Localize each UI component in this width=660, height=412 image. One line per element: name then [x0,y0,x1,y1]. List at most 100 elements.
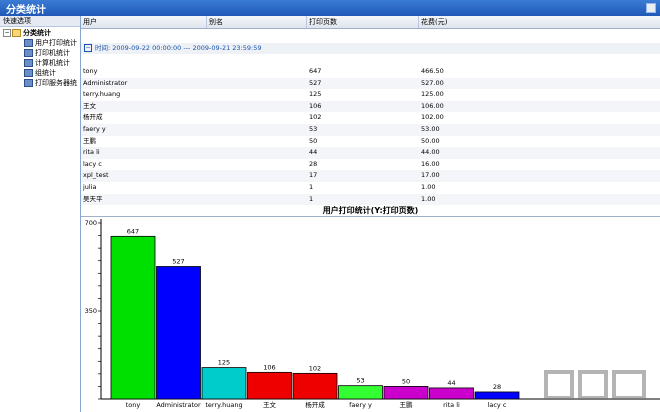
cell-cost: 17.00 [421,171,440,180]
bar-value-label: 527 [172,257,184,265]
quick-options-pane: 快速选项 − 分类统计 用户打印统计 打印机统计 计算机统计 组统计 打印服务器统 [0,16,81,412]
table-row[interactable]: tony 647 466.50 [81,66,660,78]
tree-item-label: 打印服务器统 [35,79,77,87]
tree-item-user-print[interactable]: 用户打印统计 [24,38,77,48]
tree-item-printer[interactable]: 打印机统计 [24,48,70,58]
bar [247,371,292,400]
tree-item-group[interactable]: 组统计 [24,68,56,78]
column-header-user[interactable]: 用户 [81,16,207,28]
x-tick-label: lacy c [488,401,507,409]
bar-value-label: 106 [263,363,275,371]
table-row[interactable]: Administrator 527 527.00 [81,77,660,90]
cell-pages: 102 [309,113,322,122]
cell-pages: 125 [309,90,322,99]
table-row[interactable]: 王鹏 50 50.00 [81,136,660,148]
cell-user: julia [83,183,97,191]
bar-value-label: 28 [493,383,501,391]
tree-item-label: 打印机统计 [35,49,70,57]
bar-value-label: 44 [447,379,455,387]
cell-pages: 28 [309,159,318,168]
bar [383,386,429,400]
tree-root-label: 分类统计 [23,29,51,37]
cell-user: terry.huang [83,90,121,99]
column-header-pages[interactable]: 打印页数 [307,16,419,28]
cell-cost: 102.00 [421,113,444,122]
cell-user: Administrator [83,78,128,87]
cell-cost: 527.00 [421,78,444,87]
cell-pages: 527 [309,78,322,87]
cell-pages: 50 [309,136,318,145]
cell-pages: 44 [309,148,318,157]
report-icon [24,39,33,47]
cell-user: tony [83,67,98,75]
chart-panel: 用户打印统计(Y:打印页数) 700 350 647 tony 527 Administr… [81,201,660,412]
cell-user: rita li [83,148,100,157]
bar-value-label: 53 [356,377,364,385]
window-title: 分类统计 [6,5,46,16]
table-spacer [81,29,660,43]
watermark-logo [544,370,646,400]
window-control-button[interactable] [646,3,656,13]
cell-pages: 17 [309,171,318,180]
report-icon [24,49,33,57]
table-row[interactable]: terry.huang 125 125.00 [81,89,660,101]
column-header-cost[interactable]: 花费(元) [419,16,660,28]
cell-cost: 50.00 [421,136,440,145]
cell-cost: 466.50 [421,67,444,75]
collapse-icon[interactable]: − [84,44,92,52]
bar [429,387,474,400]
cell-user: xpl_test [83,171,109,180]
cell-cost: 53.00 [421,125,440,133]
quick-options-header: 快速选项 [0,16,80,27]
cell-pages: 106 [309,101,322,110]
x-tick-label: faery y [349,401,372,409]
bar [156,266,201,400]
cell-user: 杨开成 [83,113,103,122]
bar-value-label: 125 [218,359,230,367]
tree-item-label: 组统计 [35,69,56,77]
column-header-alias[interactable]: 别名 [207,16,307,28]
table-row[interactable]: faery y 53 53.00 [81,124,660,136]
table-row[interactable]: 王文 106 106.00 [81,100,660,113]
x-tick-label: Administrator [156,401,201,409]
tree-root[interactable]: − 分类统计 [3,28,51,38]
report-icon [24,79,33,87]
bar-value-label: 50 [402,377,410,385]
bar [201,367,247,400]
cell-user: 王鹏 [83,136,96,145]
cell-user: 王文 [83,101,96,110]
table-header: 用户 别名 打印页数 花费(元) [81,16,660,29]
bar [110,235,156,400]
collapse-icon[interactable]: − [3,29,11,37]
cell-pages: 1 [309,183,314,191]
group-row[interactable]: − 时间: 2009-09-22 00:00:00 --- 2009-09-21 … [81,43,660,54]
table-row[interactable]: rita li 44 44.00 [81,147,660,159]
cell-cost: 44.00 [421,148,440,157]
bar-value-label: 647 [127,227,139,235]
y-tick-label: 700 [85,219,97,227]
report-icon [24,69,33,77]
bar [474,391,520,400]
folder-icon [12,29,21,37]
table-row[interactable]: lacy c 28 16.00 [81,159,660,171]
cell-cost: 125.00 [421,90,444,99]
x-tick-label: 王文 [263,400,277,409]
cell-user: lacy c [83,159,102,168]
x-tick-label: 王鹏 [400,400,414,409]
x-tick-label: 杨开成 [305,400,325,409]
tree-item-computer[interactable]: 计算机统计 [24,58,70,68]
x-tick-label: tony [126,401,141,409]
group-label: 时间: 2009-09-22 00:00:00 --- 2009-09-21 2… [95,44,262,52]
table-row[interactable]: xpl_test 17 17.00 [81,170,660,182]
x-tick-label: terry.huang [205,401,242,409]
table-row[interactable]: 杨开成 102 102.00 [81,112,660,124]
cell-user: faery y [83,125,106,133]
tree-item-label: 计算机统计 [35,59,70,67]
cell-cost: 16.00 [421,159,440,168]
table-row[interactable]: julia 1 1.00 [81,182,660,194]
tree-item-print-server[interactable]: 打印服务器统 [24,78,77,88]
tree-item-label: 用户打印统计 [35,39,77,47]
cell-cost: 106.00 [421,101,444,110]
bar [292,372,338,400]
bar-value-label: 102 [309,364,321,372]
